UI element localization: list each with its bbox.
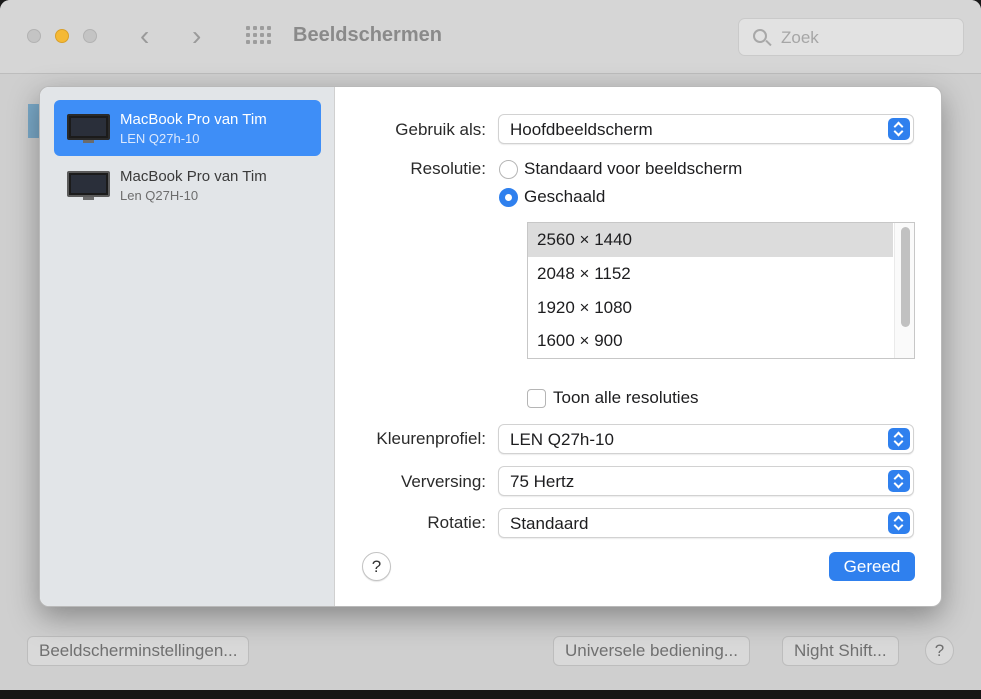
sidebar-display-item[interactable]: MacBook Pro van Tim LEN Q27h-10 (54, 100, 321, 156)
show-all-resolutions-checkbox[interactable] (527, 389, 546, 408)
rotation-value: Standaard (510, 514, 589, 533)
zoom-window-button[interactable] (83, 29, 97, 43)
monitor-icon (67, 114, 110, 144)
show-all-grid-icon[interactable] (246, 26, 272, 46)
use-as-value: Hoofdbeeldscherm (510, 120, 653, 139)
done-button[interactable]: Gereed (829, 552, 915, 581)
use-as-popup[interactable]: Hoofdbeeldscherm (498, 114, 914, 144)
chevron-right-icon[interactable]: › (192, 22, 201, 50)
list-item[interactable]: 2560 × 1440 (528, 223, 893, 257)
resolution-default-radio[interactable] (499, 160, 518, 179)
refresh-rate-label: Verversing: (400, 472, 486, 491)
rotation-popup[interactable]: Standaard (498, 508, 914, 538)
list-item[interactable]: 1920 × 1080 (528, 291, 893, 325)
search-placeholder: Zoek (781, 28, 819, 47)
color-profile-label: Kleurenprofiel: (376, 429, 486, 448)
display-settings-sheet: MacBook Pro van Tim LEN Q27h-10 MacBook … (39, 86, 942, 607)
popup-arrows-icon (888, 118, 910, 140)
display-model: Len Q27H-10 (120, 188, 199, 203)
display-name: MacBook Pro van Tim (120, 168, 267, 185)
sidebar-display-item[interactable]: MacBook Pro van Tim Len Q27H-10 (54, 157, 321, 213)
chevron-left-icon[interactable]: ‹ (140, 22, 149, 50)
display-model: LEN Q27h-10 (120, 131, 200, 146)
rotation-label: Rotatie: (427, 513, 486, 532)
resolution-default-label[interactable]: Standaard voor beeldscherm (524, 159, 742, 179)
search-field[interactable]: Zoek (738, 18, 964, 56)
title-bar: ‹ › Beeldschermen Zoek (0, 0, 981, 74)
list-item[interactable]: 1600 × 900 (528, 324, 893, 358)
universal-control-button[interactable]: Universele bediening... (553, 636, 750, 666)
list-scrollbar[interactable] (894, 223, 914, 358)
background-desktop-strip (0, 690, 981, 699)
color-profile-popup[interactable]: LEN Q27h-10 (498, 424, 914, 454)
monitor-icon (67, 171, 110, 201)
refresh-rate-popup[interactable]: 75 Hertz (498, 466, 914, 496)
scrollbar-thumb[interactable] (901, 227, 910, 327)
color-profile-value: LEN Q27h-10 (510, 430, 614, 449)
scaled-resolution-list[interactable]: 2560 × 1440 2048 × 1152 1920 × 1080 1600… (527, 222, 915, 359)
night-shift-button[interactable]: Night Shift... (782, 636, 899, 666)
window-title: Beeldschermen (293, 24, 442, 46)
search-icon (753, 29, 767, 43)
resolution-label: Resolutie: (410, 159, 486, 178)
display-sidebar: MacBook Pro van Tim LEN Q27h-10 MacBook … (40, 87, 335, 606)
resolution-scaled-label[interactable]: Geschaald (524, 187, 605, 207)
refresh-rate-value: 75 Hertz (510, 472, 575, 491)
popup-arrows-icon (888, 428, 910, 450)
popup-arrows-icon (888, 512, 910, 534)
window-help-button[interactable]: ? (925, 636, 954, 665)
close-window-button[interactable] (27, 29, 41, 43)
display-settings-button[interactable]: Beeldscherminstellingen... (27, 636, 250, 666)
popup-arrows-icon (888, 470, 910, 492)
help-button[interactable]: ? (362, 552, 391, 581)
resolution-scaled-radio[interactable] (499, 188, 518, 207)
use-as-label: Gebruik als: (395, 120, 486, 139)
show-all-resolutions-label[interactable]: Toon alle resoluties (553, 388, 699, 408)
list-item[interactable]: 2048 × 1152 (528, 257, 893, 291)
display-name: MacBook Pro van Tim (120, 111, 267, 128)
minimize-window-button[interactable] (55, 29, 69, 43)
